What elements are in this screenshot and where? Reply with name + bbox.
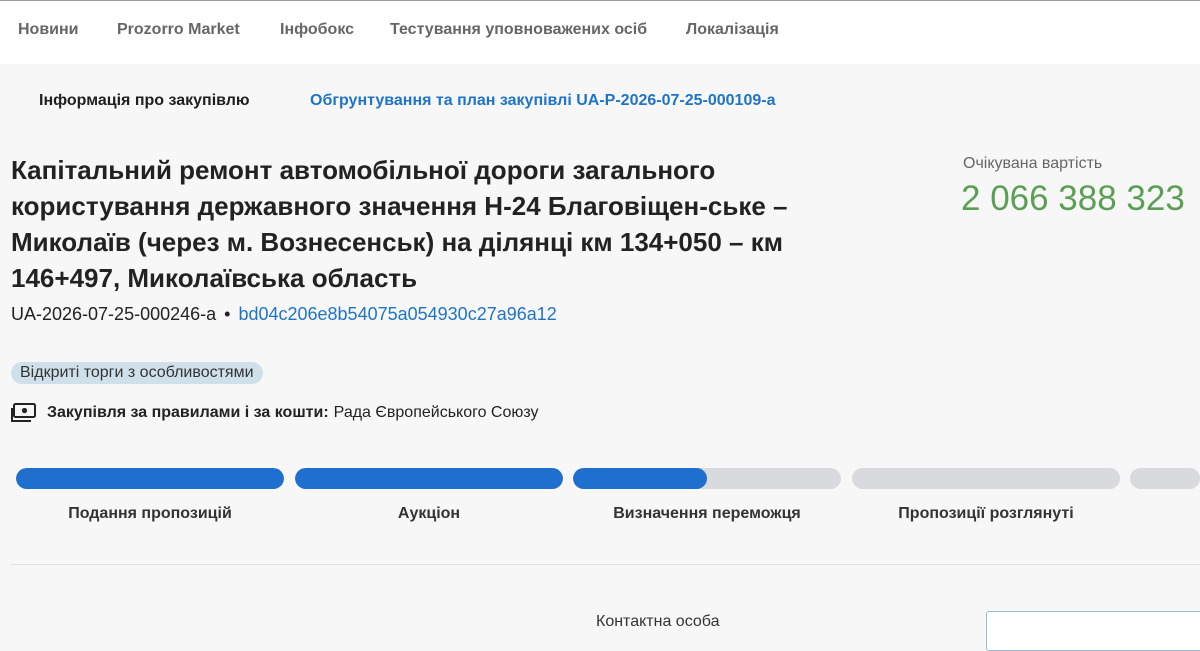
stage-label: Подання пропозицій bbox=[68, 505, 232, 522]
stage-progress-fill bbox=[16, 468, 284, 489]
nav-item-infobox[interactable]: Інфобокс bbox=[280, 21, 354, 39]
stage-label: Пропозиції розглянуті bbox=[898, 505, 1074, 522]
stage-label: Визначення переможця bbox=[613, 505, 801, 522]
funding-rules: Закупівля за правилами і за кошти: Рада … bbox=[11, 403, 539, 423]
expected-value-amount: 2 066 388 323 bbox=[961, 179, 1185, 218]
stage-progress-fill bbox=[573, 468, 707, 489]
tender-title: Капітальний ремонт автомобільної дороги … bbox=[11, 155, 788, 293]
stage-progress-bar bbox=[1130, 468, 1200, 489]
funding-rules-value: Рада Європейського Союзу bbox=[333, 404, 539, 421]
top-navigation: Новини Prozorro Market Інфобокс Тестуван… bbox=[0, 0, 1200, 64]
expected-value-label: Очікувана вартість bbox=[963, 155, 1103, 172]
tab-plan-link[interactable]: Обгрунтування та план закупівлі UA-P-202… bbox=[310, 92, 775, 110]
stage-winner-selection: Визначення переможця bbox=[573, 468, 841, 522]
procedure-type-badge: Відкриті торги з особливостями bbox=[11, 362, 263, 384]
nav-item-news[interactable]: Новини bbox=[18, 21, 79, 39]
nav-item-testing[interactable]: Тестування уповноважених осіб bbox=[390, 21, 647, 39]
stage-progress-bar bbox=[852, 468, 1120, 489]
stage-progress-bar bbox=[16, 468, 284, 489]
nav-item-localization[interactable]: Локалізація bbox=[686, 21, 779, 39]
contact-person-heading: Контактна особа bbox=[596, 613, 720, 630]
stage-submission: Подання пропозицій bbox=[16, 468, 284, 522]
stage-label: Аукціон bbox=[397, 505, 461, 522]
stage-proposals-reviewed: Пропозиції розглянуті bbox=[852, 468, 1120, 522]
stage-auction: Аукціон bbox=[295, 468, 563, 522]
nav-item-prozorro-market[interactable]: Prozorro Market bbox=[117, 21, 240, 39]
tender-id: UA-2026-07-25-000246-a bbox=[11, 304, 217, 324]
stage-next bbox=[1130, 468, 1200, 489]
tender-tabs: Інформація про закупівлю Обгрунтування т… bbox=[0, 64, 1200, 144]
section-divider bbox=[11, 564, 1200, 565]
id-separator: • bbox=[224, 304, 231, 324]
tender-identifiers: UA-2026-07-25-000246-a • bd04c206e8b54075a… bbox=[11, 304, 557, 325]
money-icon bbox=[11, 403, 36, 422]
tender-hash-link[interactable]: bd04c206e8b54075a054930c27a96a12 bbox=[238, 304, 556, 324]
stage-progress-bar bbox=[295, 468, 563, 489]
stage-progress-fill bbox=[295, 468, 563, 489]
funding-rules-label: Закупівля за правилами і за кошти: bbox=[47, 404, 329, 421]
stage-progress-bar bbox=[573, 468, 841, 489]
tab-procurement-info[interactable]: Інформація про закупівлю bbox=[39, 92, 250, 110]
side-action-box[interactable] bbox=[986, 611, 1200, 651]
